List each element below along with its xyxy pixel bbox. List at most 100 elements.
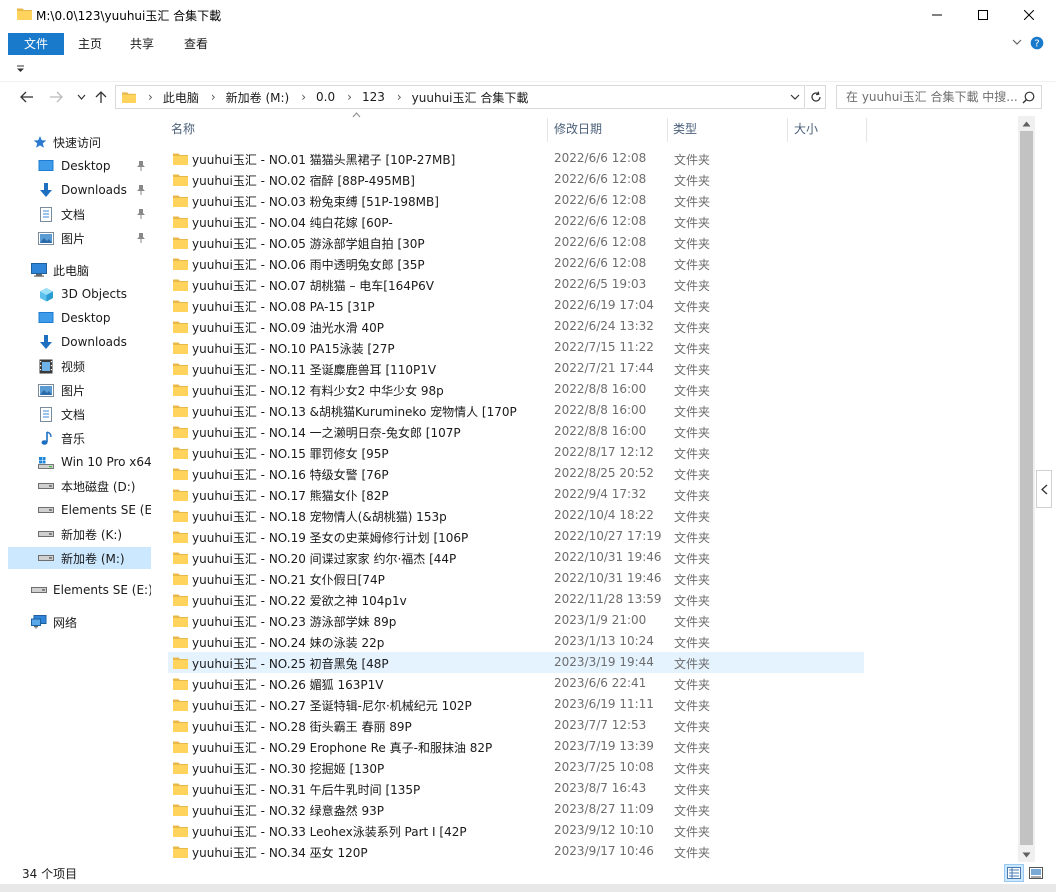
- file-row[interactable]: yuuhui玉汇 - NO.19 圣女の史莱姆修行计划 [106P 2022/10…: [168, 526, 864, 547]
- breadcrumb-drive-m[interactable]: 新加卷 (M:): [226, 86, 290, 108]
- file-row[interactable]: yuuhui玉汇 - NO.20 间谍过家家 约尔·福杰 [44P 2022/10…: [168, 547, 864, 568]
- nav-documents[interactable]: 文档: [8, 403, 151, 425]
- nav-external-drive-e[interactable]: Elements SE (E:): [8, 579, 151, 601]
- refresh-button[interactable]: [806, 85, 826, 109]
- nav-quick-documents[interactable]: 文档: [8, 203, 151, 225]
- help-icon[interactable]: ?: [1030, 36, 1044, 50]
- nav-desktop[interactable]: Desktop: [8, 307, 151, 329]
- nav-drive-m[interactable]: 新加卷 (M:): [8, 547, 151, 569]
- details-view-button[interactable]: [1004, 864, 1024, 882]
- nav-network[interactable]: 网络: [8, 611, 151, 633]
- nav-drive-c[interactable]: Win 10 Pro x64: [8, 451, 151, 473]
- nav-this-pc[interactable]: 此电脑: [8, 259, 151, 281]
- nav-drive-d[interactable]: 本地磁盘 (D:): [8, 475, 151, 497]
- file-row[interactable]: yuuhui玉汇 - NO.26 媚狐 163P1V 2023/6/6 22:41…: [168, 673, 864, 694]
- file-row[interactable]: yuuhui玉汇 - NO.32 绿意盎然 93P 2023/8/27 11:09…: [168, 799, 864, 820]
- search-input[interactable]: [837, 86, 1017, 108]
- nav-downloads[interactable]: Downloads: [8, 331, 151, 353]
- file-row[interactable]: yuuhui玉汇 - NO.28 街头霸王 春丽 89P 2023/7/7 12:…: [168, 715, 864, 736]
- file-row[interactable]: yuuhui玉汇 - NO.11 圣诞麋鹿兽耳 [110P1V 2022/7/21…: [168, 358, 864, 379]
- file-row[interactable]: yuuhui玉汇 - NO.24 妹の泳装 22p 2023/1/13 10:24…: [168, 631, 864, 652]
- nav-music[interactable]: 音乐: [8, 427, 151, 449]
- file-row[interactable]: yuuhui玉汇 - NO.15 罪罚修女 [95P 2022/8/17 12:1…: [168, 442, 864, 463]
- file-row[interactable]: yuuhui玉汇 - NO.06 雨中透明兔女郎 [35P 2022/6/6 12…: [168, 253, 864, 274]
- file-type: 文件夹: [674, 489, 711, 503]
- column-divider[interactable]: [787, 118, 788, 142]
- pin-icon[interactable]: [136, 160, 146, 172]
- nav-drive-k[interactable]: 新加卷 (K:): [8, 523, 151, 545]
- file-row[interactable]: yuuhui玉汇 - NO.23 游泳部学妹 89p 2023/1/9 21:00…: [168, 610, 864, 631]
- file-row[interactable]: yuuhui玉汇 - NO.04 纯白花嫁 [60P- 2022/6/6 12:0…: [168, 211, 864, 232]
- file-name: yuuhui玉汇 - NO.21 女仆假日[74P: [192, 573, 385, 587]
- column-divider[interactable]: [866, 118, 867, 142]
- nav-quick-desktop[interactable]: Desktop: [8, 155, 151, 177]
- recent-locations-button[interactable]: [72, 88, 90, 106]
- breadcrumb-folder-123[interactable]: 123: [362, 86, 385, 108]
- file-row[interactable]: yuuhui玉汇 - NO.34 巫女 120P 2023/9/17 10:46 文…: [168, 841, 864, 862]
- maximize-button[interactable]: [960, 0, 1006, 30]
- nav-videos[interactable]: 视频: [8, 355, 151, 377]
- tab-view[interactable]: 查看: [172, 33, 220, 55]
- tab-home[interactable]: 主页: [66, 33, 114, 55]
- file-row[interactable]: yuuhui玉汇 - NO.14 一之濑明日奈-兔女郎 [107P 2022/8/…: [168, 421, 864, 442]
- file-row[interactable]: yuuhui玉汇 - NO.05 游泳部学姐自拍 [30P 2022/6/6 12…: [168, 232, 864, 253]
- customize-toolbar-icon[interactable]: [16, 65, 25, 73]
- file-row[interactable]: yuuhui玉汇 - NO.18 宠物情人(&胡桃猫) 153p 2022/10/…: [168, 505, 864, 526]
- scrollbar-thumb[interactable]: [1020, 131, 1033, 845]
- file-row[interactable]: yuuhui玉汇 - NO.21 女仆假日[74P 2022/10/31 19:4…: [168, 568, 864, 589]
- address-history-icon[interactable]: [790, 92, 800, 102]
- file-row[interactable]: yuuhui玉汇 - NO.33 Leohex泳装系列 Part I [42P 2…: [168, 820, 864, 841]
- nav-3d-objects[interactable]: 3D Objects: [8, 283, 151, 305]
- pin-icon[interactable]: [136, 232, 146, 244]
- column-divider[interactable]: [547, 118, 548, 142]
- search-box[interactable]: [836, 85, 1042, 109]
- file-row[interactable]: yuuhui玉汇 - NO.07 胡桃猫 – 电车[164P6V 2022/6/5…: [168, 274, 864, 295]
- large-icons-view-button[interactable]: [1026, 864, 1046, 882]
- pin-icon[interactable]: [136, 208, 146, 220]
- file-row[interactable]: yuuhui玉汇 - NO.30 挖掘姬 [130P 2023/7/25 10:0…: [168, 757, 864, 778]
- file-row[interactable]: yuuhui玉汇 - NO.01 猫猫头黑裙子 [10P-27MB] 2022/6…: [168, 148, 864, 169]
- sort-ascending-icon: [352, 112, 361, 118]
- file-row[interactable]: yuuhui玉汇 - NO.25 初音黑兔 [48P 2023/3/19 19:4…: [168, 652, 864, 673]
- file-row[interactable]: yuuhui玉汇 - NO.12 有料少女2 中华少女 98p 2022/8/8 …: [168, 379, 864, 400]
- tab-share[interactable]: 共享: [118, 33, 166, 55]
- breadcrumb-current-folder[interactable]: yuuhui玉汇 合集下載: [412, 86, 529, 108]
- close-button[interactable]: [1006, 0, 1052, 30]
- file-row[interactable]: yuuhui玉汇 - NO.17 熊猫女仆 [82P 2022/9/4 17:32…: [168, 484, 864, 505]
- scroll-down-button[interactable]: [1018, 847, 1035, 862]
- file-row[interactable]: yuuhui玉汇 - NO.02 宿醉 [88P-495MB] 2022/6/6 …: [168, 169, 864, 190]
- breadcrumb-this-pc[interactable]: 此电脑: [163, 86, 199, 108]
- nav-quick-downloads[interactable]: Downloads: [8, 179, 151, 201]
- chevron-down-icon[interactable]: [1012, 38, 1022, 46]
- address-bar[interactable]: › 此电脑 › 新加卷 (M:) › 0.0 › 123 › yuuhui玉汇 …: [115, 85, 805, 109]
- file-row[interactable]: yuuhui玉汇 - NO.29 Erophone Re 真子-和服抹油 82P…: [168, 736, 864, 757]
- file-row[interactable]: yuuhui玉汇 - NO.10 PA15泳装 [27P 2022/7/15 11…: [168, 337, 864, 358]
- nav-quick-pictures[interactable]: 图片: [8, 227, 151, 249]
- file-row[interactable]: yuuhui玉汇 - NO.31 午后牛乳时间 [135P 2023/8/7 16…: [168, 778, 864, 799]
- tab-file[interactable]: 文件: [8, 33, 64, 55]
- file-row[interactable]: yuuhui玉汇 - NO.08 PA-15 [31P 2022/6/19 17:…: [168, 295, 864, 316]
- file-row[interactable]: yuuhui玉汇 - NO.03 粉兔束缚 [51P-198MB] 2022/6/…: [168, 190, 864, 211]
- column-header-date[interactable]: 修改日期: [554, 116, 602, 142]
- pin-icon[interactable]: [136, 184, 146, 196]
- file-row[interactable]: yuuhui玉汇 - NO.16 特级女警 [76P 2022/8/25 20:5…: [168, 463, 864, 484]
- forward-button[interactable]: [47, 88, 65, 106]
- scroll-up-button[interactable]: [1018, 116, 1035, 131]
- file-row[interactable]: yuuhui玉汇 - NO.27 圣诞特辑-尼尔·机械纪元 102P 2023/6…: [168, 694, 864, 715]
- preview-pane-toggle[interactable]: [1036, 470, 1052, 508]
- up-button[interactable]: [92, 88, 110, 106]
- file-row[interactable]: yuuhui玉汇 - NO.13 &胡桃猫Kurumineko 宠物情人 [17…: [168, 400, 864, 421]
- nav-pictures[interactable]: 图片: [8, 379, 151, 401]
- column-header-type[interactable]: 类型: [673, 116, 697, 142]
- column-divider[interactable]: [667, 118, 668, 142]
- file-row[interactable]: yuuhui玉汇 - NO.22 爱欲之神 104p1v 2022/11/28 1…: [168, 589, 864, 610]
- nav-drive-e[interactable]: Elements SE (E:): [8, 499, 151, 521]
- file-row[interactable]: yuuhui玉汇 - NO.09 油光水滑 40P 2022/6/24 13:32…: [168, 316, 864, 337]
- back-button[interactable]: [18, 88, 36, 106]
- column-header-size[interactable]: 大小: [794, 116, 818, 142]
- nav-quick-access[interactable]: 快速访问: [8, 131, 151, 153]
- vertical-scrollbar[interactable]: [1018, 116, 1035, 862]
- breadcrumb-folder-0-0[interactable]: 0.0: [316, 86, 335, 108]
- column-header-name[interactable]: 名称: [171, 116, 195, 142]
- minimize-button[interactable]: [914, 0, 960, 30]
